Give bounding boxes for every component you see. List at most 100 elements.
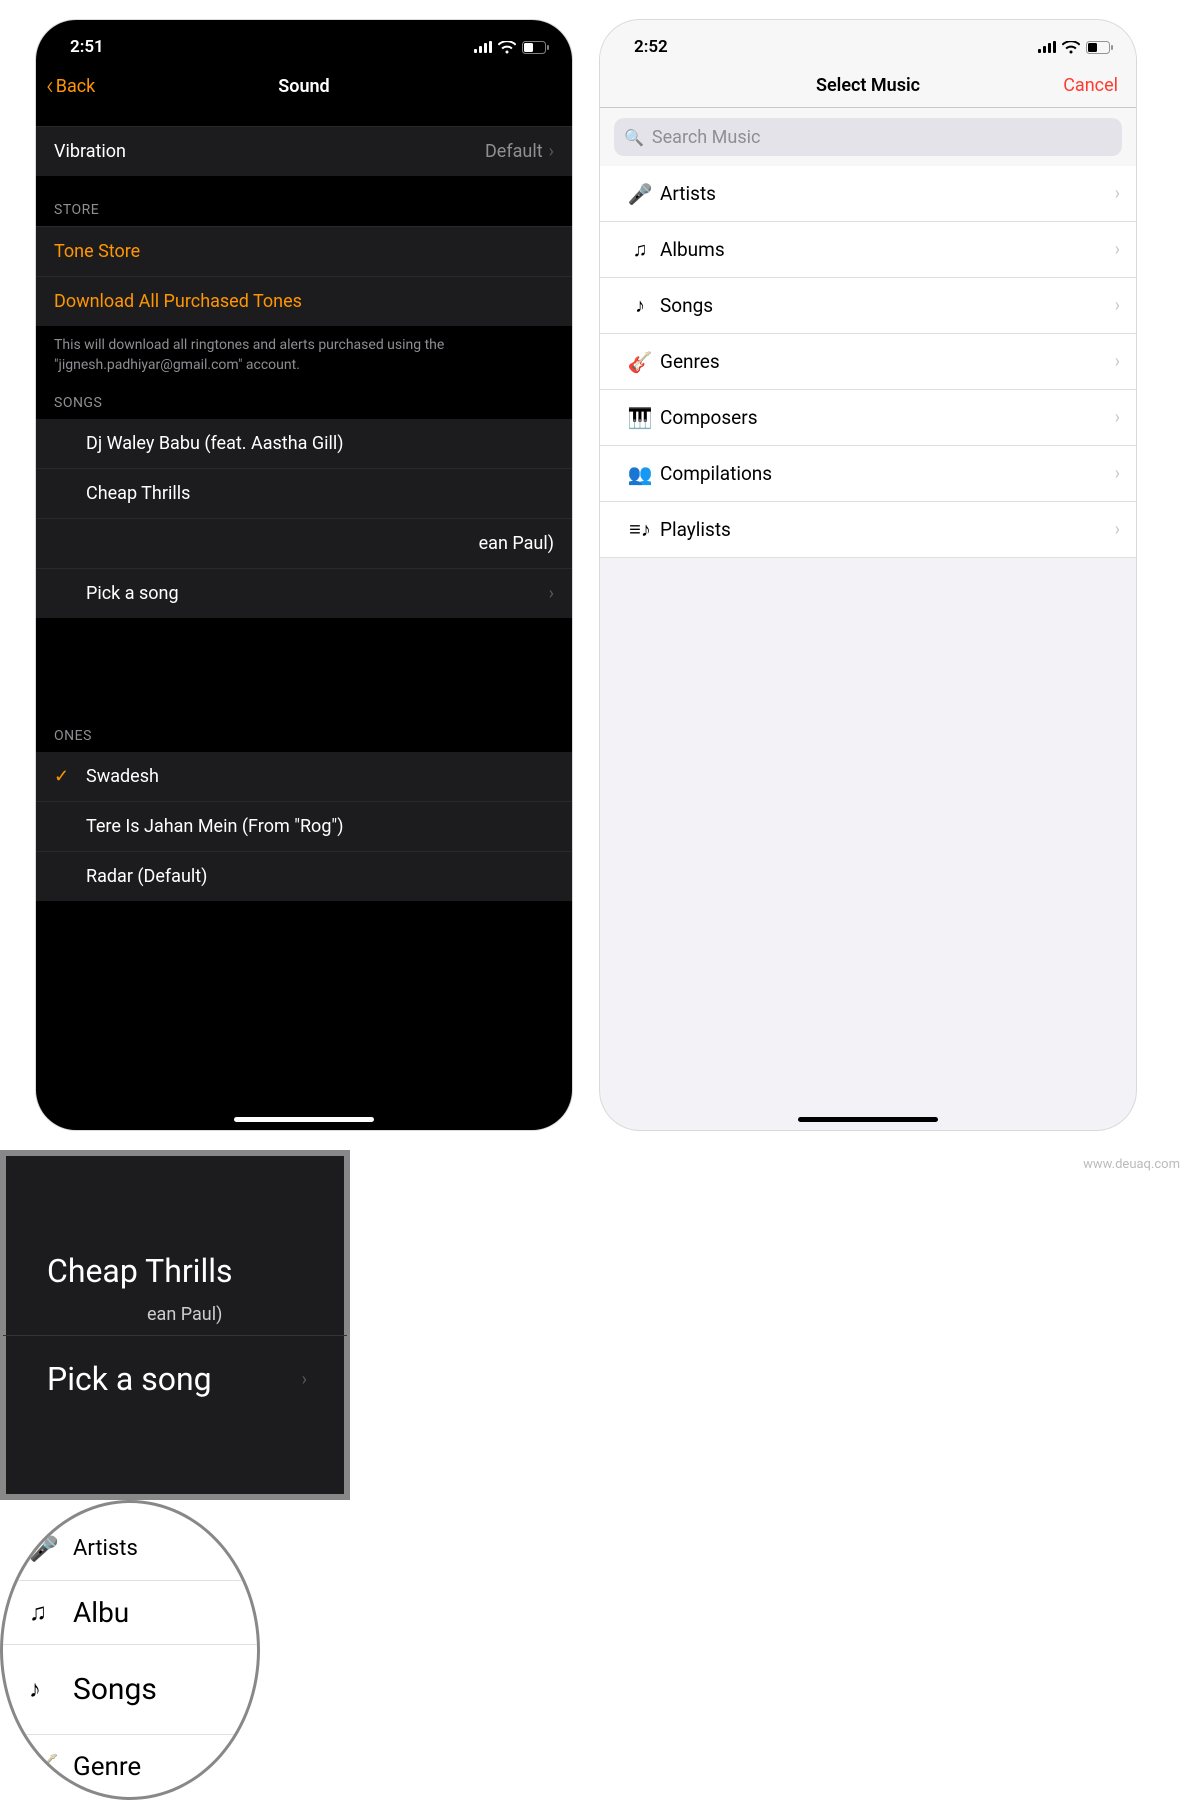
cellular-signal-icon (474, 41, 492, 53)
callout-songs-row[interactable]: ♪ Songs (3, 1645, 257, 1735)
chevron-right-icon: › (549, 141, 554, 162)
guitar-icon: 🎸 (29, 1753, 73, 1781)
callout-song-cheap-thrills[interactable]: Cheap Thrills (47, 1252, 347, 1290)
chevron-right-icon: › (549, 583, 554, 604)
browse-compilations-row[interactable]: 👥 Compilations › (600, 446, 1136, 502)
row-label: Playlists (660, 518, 1115, 541)
nav-bar: Select Music Cancel (600, 64, 1136, 108)
sound-settings-screen: 2:51 ‹ Back Sound Vibration (36, 20, 572, 1130)
browse-genres-row[interactable]: 🎸 Genres › (600, 334, 1136, 390)
chevron-right-icon: › (1115, 407, 1120, 428)
ringtone-title: Radar (Default) (86, 866, 207, 887)
chevron-right-icon: › (302, 1369, 307, 1390)
chevron-right-icon: › (1115, 239, 1120, 260)
back-button[interactable]: ‹ Back (46, 73, 95, 99)
store-section-header: STORE (36, 176, 572, 226)
vibration-row[interactable]: Vibration Default › (36, 126, 572, 176)
callout-albums-row[interactable]: ♫ Albu (3, 1581, 257, 1645)
browse-playlists-row[interactable]: ≡♪ Playlists › (600, 502, 1136, 558)
wifi-icon (498, 41, 516, 54)
battery-icon (1086, 41, 1114, 54)
status-time: 2:52 (634, 37, 668, 57)
wifi-icon (1062, 41, 1080, 54)
status-time: 2:51 (70, 37, 104, 57)
chevron-right-icon: › (1115, 519, 1120, 540)
nav-bar: ‹ Back Sound (36, 64, 572, 108)
browse-songs-row[interactable]: ♪ Songs › (600, 278, 1136, 334)
home-indicator[interactable] (798, 1117, 938, 1122)
playlist-icon: ≡♪ (620, 517, 660, 542)
select-music-screen: 2:52 Select Music Cancel 🔍 Search Music (600, 20, 1136, 1130)
row-label: Artists (660, 182, 1115, 205)
row-label: Compilations (660, 462, 1115, 485)
callout-label: Albu (73, 1596, 129, 1629)
music-note-icon: ♪ (620, 293, 660, 318)
ringtone-title: Tere Is Jahan Mein (From "Rog") (86, 816, 343, 837)
ringtone-row[interactable]: ✓ Swadesh (36, 752, 572, 801)
back-label: Back (56, 76, 96, 97)
row-label: Albums (660, 238, 1115, 261)
watermark: www.deuaq.com (1083, 1157, 1180, 1172)
ringtones-section-header: ONES (36, 618, 572, 752)
callout-label: Artists (73, 1536, 138, 1561)
guitar-icon: 🎸 (620, 350, 660, 374)
album-icon: ♫ (620, 237, 660, 262)
callout-genres-row[interactable]: 🎸 Genre (3, 1735, 257, 1799)
callout-label: Songs (73, 1672, 157, 1707)
status-bar: 2:51 (36, 20, 572, 64)
browse-albums-row[interactable]: ♫ Albums › (600, 222, 1136, 278)
search-icon: 🔍 (624, 128, 644, 147)
tone-store-label: Tone Store (54, 241, 140, 262)
callout-pick-a-song-row[interactable]: Pick a song › (47, 1360, 347, 1398)
pick-a-song-row[interactable]: Pick a song › (36, 568, 572, 618)
vibration-label: Vibration (54, 141, 126, 162)
piano-icon: 🎹 (620, 406, 660, 430)
song-title: Cheap Thrills (86, 483, 190, 504)
checkmark-icon: ✓ (54, 766, 69, 787)
callout-artists-row[interactable]: 🎤 Artists (3, 1517, 257, 1581)
song-row[interactable]: Cheap Thrills (36, 468, 572, 518)
callout-pick-a-song: Cheap Thrills ean Paul) Pick a song › (0, 1150, 350, 1500)
home-indicator[interactable] (234, 1117, 374, 1122)
song-title-partial: ean Paul) (479, 533, 554, 554)
cellular-signal-icon (1038, 41, 1056, 53)
status-bar: 2:52 (600, 20, 1136, 64)
row-label: Composers (660, 406, 1115, 429)
chevron-right-icon: › (1115, 183, 1120, 204)
song-row[interactable]: ean Paul) (36, 518, 572, 568)
chevron-left-icon: ‹ (46, 73, 54, 99)
chevron-right-icon: › (1115, 351, 1120, 372)
ringtone-row[interactable]: Tere Is Jahan Mein (From "Rog") (36, 801, 572, 851)
nav-title: Sound (278, 76, 329, 97)
browse-artists-row[interactable]: 🎤 Artists › (600, 166, 1136, 222)
album-icon: ♫ (29, 1598, 73, 1627)
people-icon: 👥 (620, 462, 660, 486)
vibration-value: Default (485, 141, 543, 162)
callout-pick-label: Pick a song (47, 1360, 212, 1398)
browse-composers-row[interactable]: 🎹 Composers › (600, 390, 1136, 446)
battery-icon (522, 41, 550, 54)
ringtone-row[interactable]: Radar (Default) (36, 851, 572, 901)
chevron-right-icon: › (1115, 463, 1120, 484)
microphone-icon: 🎤 (620, 182, 660, 206)
chevron-right-icon: › (1115, 295, 1120, 316)
download-footer: This will download all ringtones and ale… (36, 326, 572, 381)
download-all-tones-row[interactable]: Download All Purchased Tones (36, 276, 572, 326)
cancel-button[interactable]: Cancel (1063, 75, 1118, 96)
callout-songs-category: 🎤 Artists ♫ Albu ♪ Songs 🎸 Genre (0, 1500, 260, 1800)
callout-song-partial: ean Paul) (147, 1304, 347, 1325)
ringtone-title: Swadesh (86, 766, 159, 787)
row-label: Songs (660, 294, 1115, 317)
song-row[interactable]: Dj Waley Babu (feat. Aastha Gill) (36, 419, 572, 468)
song-title: Dj Waley Babu (feat. Aastha Gill) (86, 433, 344, 454)
nav-title: Select Music (816, 75, 920, 96)
download-all-label: Download All Purchased Tones (54, 291, 302, 312)
microphone-icon: 🎤 (29, 1535, 73, 1563)
pick-a-song-label: Pick a song (86, 583, 179, 604)
tone-store-row[interactable]: Tone Store (36, 226, 572, 276)
search-music-input[interactable]: 🔍 Search Music (614, 118, 1122, 156)
songs-section-header: SONGS (36, 381, 572, 419)
search-placeholder: Search Music (652, 127, 760, 148)
row-label: Genres (660, 350, 1115, 373)
callout-label: Genre (73, 1752, 141, 1782)
